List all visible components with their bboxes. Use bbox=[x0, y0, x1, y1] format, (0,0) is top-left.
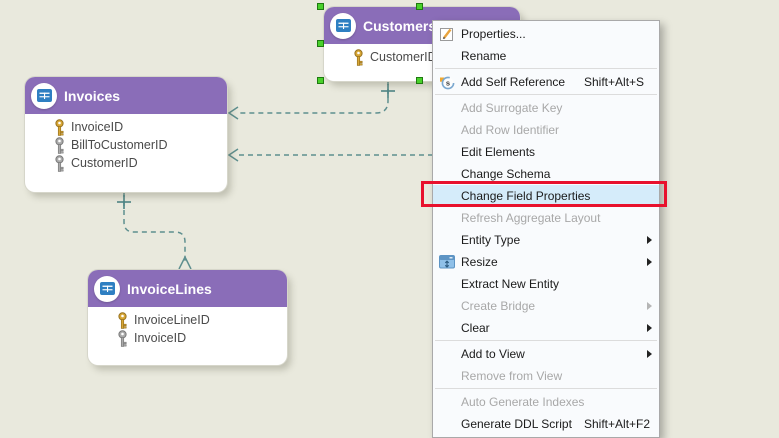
menu-item-label: Change Field Properties bbox=[461, 189, 590, 203]
selection-handle-top-mid[interactable] bbox=[416, 3, 423, 10]
menu-item-resize[interactable]: Resize bbox=[433, 251, 659, 273]
menu-item-add-self-reference[interactable]: s Add Self Reference Shift+Alt+S bbox=[433, 71, 659, 93]
menu-item-edit-elements[interactable]: Edit Elements bbox=[433, 141, 659, 163]
menu-item-rename[interactable]: Rename bbox=[433, 45, 659, 67]
field-billtocustomerid[interactable]: BillToCustomerID bbox=[25, 136, 227, 154]
menu-item-label: Create Bridge bbox=[461, 299, 535, 313]
field-name: InvoiceID bbox=[71, 120, 123, 134]
field-invoicelineid[interactable]: InvoiceLineID bbox=[88, 311, 287, 329]
entity-title: Customers bbox=[363, 18, 436, 34]
field-invoiceid[interactable]: InvoiceID bbox=[25, 118, 227, 136]
menu-item-auto-generate-indexes: Auto Generate Indexes bbox=[433, 391, 659, 413]
menu-item-change-field-properties[interactable]: Change Field Properties bbox=[433, 185, 659, 207]
menu-item-add-row-identifier: Add Row Identifier bbox=[433, 119, 659, 141]
entity-invoices[interactable]: Invoices InvoiceID BillToCustomerID Cust… bbox=[25, 77, 227, 192]
field-name: InvoiceLineID bbox=[134, 313, 210, 327]
submenu-arrow-icon bbox=[647, 350, 652, 358]
relation-invoices-invoicelines bbox=[124, 192, 185, 262]
field-name: InvoiceID bbox=[134, 331, 186, 345]
menu-separator bbox=[435, 94, 657, 95]
selection-handle-bottom-left[interactable] bbox=[317, 77, 324, 84]
menu-item-change-schema[interactable]: Change Schema bbox=[433, 163, 659, 185]
selection-handle-bottom-mid[interactable] bbox=[416, 77, 423, 84]
submenu-arrow-icon bbox=[647, 302, 652, 310]
menu-item-label: Add Self Reference bbox=[461, 75, 565, 89]
selection-handle-top-left[interactable] bbox=[317, 3, 324, 10]
field-name: CustomerID bbox=[370, 50, 437, 64]
menu-item-label: Auto Generate Indexes bbox=[461, 395, 584, 409]
menu-item-label: Entity Type bbox=[461, 233, 520, 247]
menu-separator bbox=[435, 68, 657, 69]
entity-context-menu: Properties... Rename s Add Self Referenc… bbox=[432, 20, 660, 438]
menu-item-label: Add Surrogate Key bbox=[461, 101, 562, 115]
entity-title: Invoices bbox=[64, 88, 120, 104]
menu-item-properties[interactable]: Properties... bbox=[433, 23, 659, 45]
submenu-arrow-icon bbox=[647, 324, 652, 332]
primary-key-icon bbox=[353, 49, 364, 66]
menu-item-label: Rename bbox=[461, 49, 506, 63]
menu-item-label: Extract New Entity bbox=[461, 277, 559, 291]
foreign-key-icon bbox=[117, 330, 128, 347]
menu-item-shortcut: Shift+Alt+F2 bbox=[584, 417, 650, 431]
entity-title: InvoiceLines bbox=[127, 281, 212, 297]
menu-item-create-bridge: Create Bridge bbox=[433, 295, 659, 317]
submenu-arrow-icon bbox=[647, 236, 652, 244]
foreign-key-icon bbox=[54, 155, 65, 172]
table-icon bbox=[94, 276, 120, 302]
arrowhead-icon bbox=[229, 149, 238, 161]
properties-icon bbox=[433, 26, 461, 42]
field-name: CustomerID bbox=[71, 156, 138, 170]
self-reference-icon: s bbox=[433, 74, 461, 91]
primary-key-icon bbox=[54, 119, 65, 136]
resize-icon bbox=[433, 254, 461, 270]
menu-item-label: Clear bbox=[461, 321, 490, 335]
menu-item-label: Remove from View bbox=[461, 369, 562, 383]
menu-item-label: Generate DDL Script bbox=[461, 417, 572, 431]
field-customerid[interactable]: CustomerID bbox=[25, 154, 227, 172]
menu-item-refresh-aggregate-layout: Refresh Aggregate Layout bbox=[433, 207, 659, 229]
selection-handle-left-mid[interactable] bbox=[317, 40, 324, 47]
table-icon bbox=[31, 83, 57, 109]
menu-item-label: Properties... bbox=[461, 27, 526, 41]
arrowhead-icon bbox=[229, 107, 238, 119]
primary-key-icon bbox=[117, 312, 128, 329]
menu-item-label: Resize bbox=[461, 255, 498, 269]
menu-item-add-surrogate-key: Add Surrogate Key bbox=[433, 97, 659, 119]
table-icon bbox=[330, 13, 356, 39]
menu-item-extract-new-entity[interactable]: Extract New Entity bbox=[433, 273, 659, 295]
submenu-arrow-icon bbox=[647, 258, 652, 266]
menu-item-label: Refresh Aggregate Layout bbox=[461, 211, 600, 225]
relation-customers-invoices-1 bbox=[239, 80, 388, 113]
menu-item-clear[interactable]: Clear bbox=[433, 317, 659, 339]
menu-item-shortcut: Shift+Alt+S bbox=[584, 75, 644, 89]
svg-text:s: s bbox=[445, 78, 449, 87]
foreign-key-icon bbox=[54, 137, 65, 154]
menu-separator bbox=[435, 388, 657, 389]
field-name: BillToCustomerID bbox=[71, 138, 168, 152]
menu-separator bbox=[435, 340, 657, 341]
menu-item-remove-from-view: Remove from View bbox=[433, 365, 659, 387]
menu-item-add-to-view[interactable]: Add to View bbox=[433, 343, 659, 365]
field-invoiceid[interactable]: InvoiceID bbox=[88, 329, 287, 347]
menu-item-label: Edit Elements bbox=[461, 145, 535, 159]
menu-item-entity-type[interactable]: Entity Type bbox=[433, 229, 659, 251]
menu-item-label: Change Schema bbox=[461, 167, 550, 181]
menu-item-label: Add to View bbox=[461, 347, 525, 361]
entity-invoicelines-header[interactable]: InvoiceLines bbox=[88, 270, 287, 307]
menu-item-label: Add Row Identifier bbox=[461, 123, 559, 137]
entity-invoicelines[interactable]: InvoiceLines InvoiceLineID InvoiceID bbox=[88, 270, 287, 365]
menu-item-generate-ddl-script[interactable]: Generate DDL Script Shift+Alt+F2 bbox=[433, 413, 659, 435]
entity-invoices-header[interactable]: Invoices bbox=[25, 77, 227, 114]
